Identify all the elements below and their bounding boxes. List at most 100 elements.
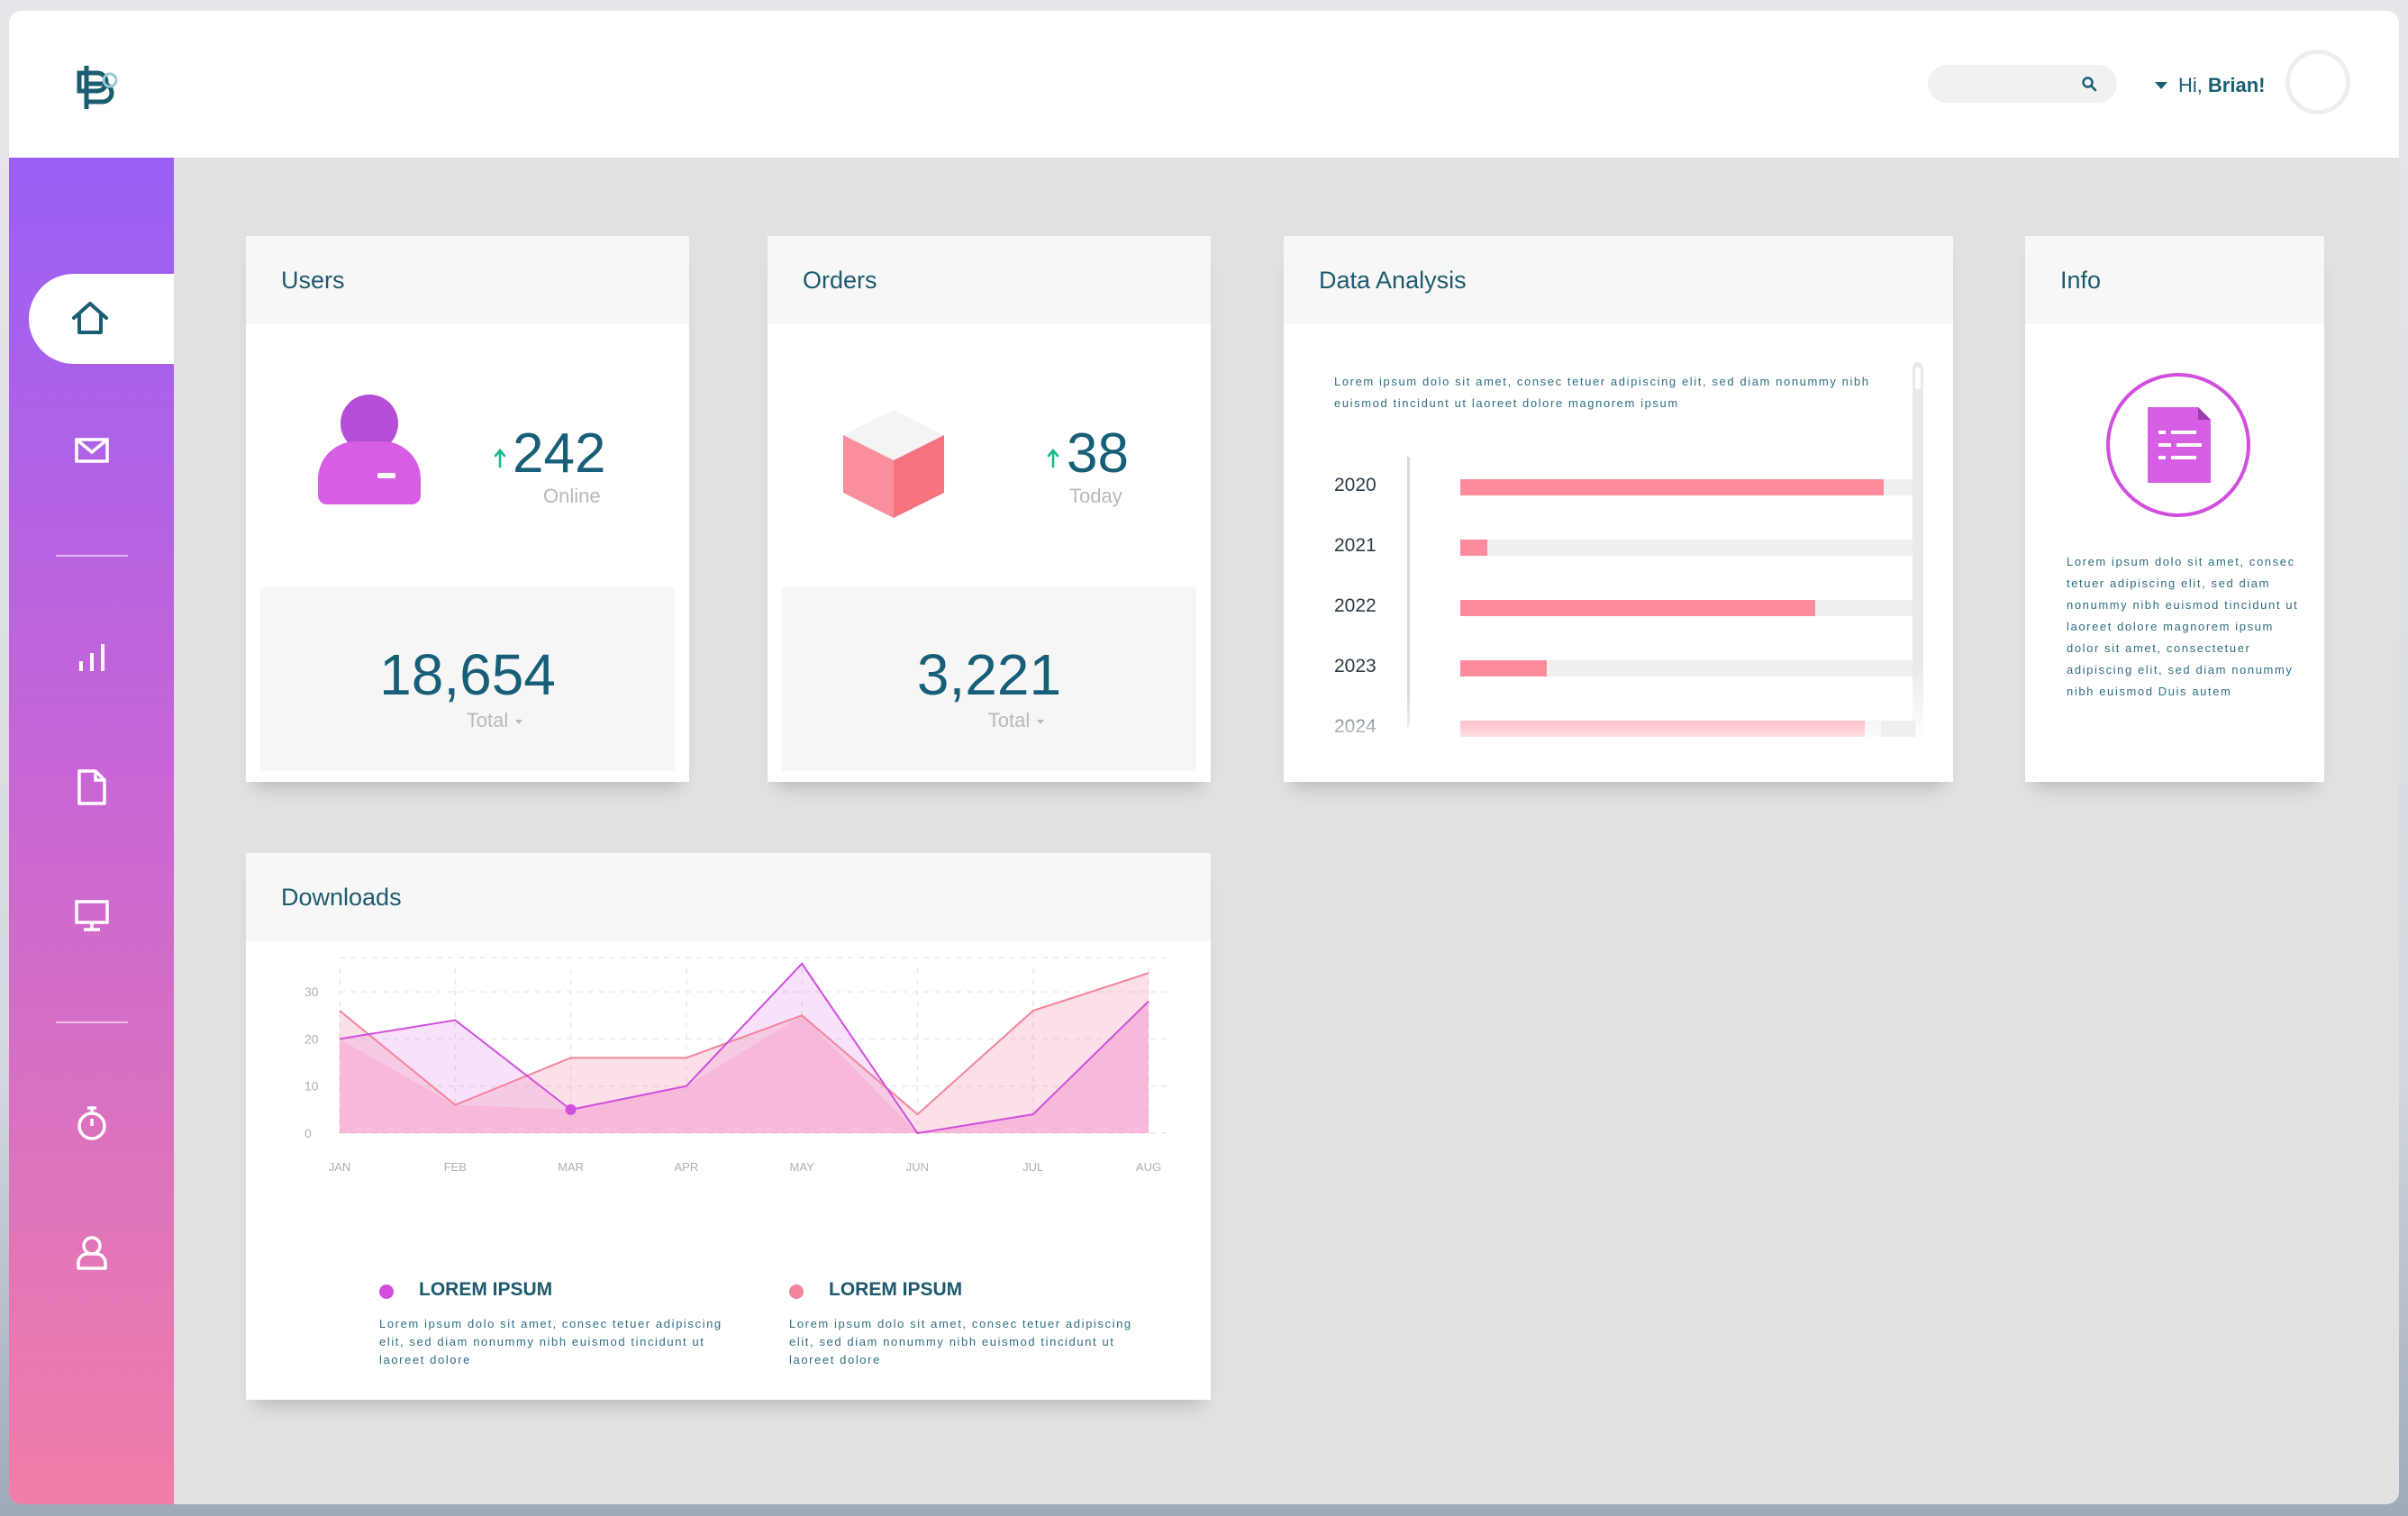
info-card: Info Lorem ipsum dolo sit amet, consec t… bbox=[2025, 236, 2324, 782]
orders-card: Orders 38 Today 3,221 Total bbox=[768, 236, 1211, 782]
x-tick-label: JUL bbox=[1022, 1160, 1043, 1174]
top-bar: Hi, Brian! bbox=[9, 11, 2399, 158]
bar-chart-icon bbox=[78, 644, 104, 671]
caret-down-icon bbox=[515, 719, 523, 724]
data-analysis-title: Data Analysis bbox=[1284, 236, 1953, 324]
bar-fill bbox=[1460, 479, 1884, 495]
orders-total-section: 3,221 Total bbox=[782, 587, 1196, 771]
legend-text: Lorem ipsum dolo sit amet, consec tetuer… bbox=[379, 1317, 722, 1366]
downloads-chart: 0 10 20 30 JAN FEB MAR APR MAY JUN JUL AUG bbox=[304, 957, 1167, 1174]
orders-total-dropdown[interactable]: Total bbox=[782, 709, 1196, 732]
users-card-title: Users bbox=[246, 236, 689, 324]
nav-divider bbox=[56, 555, 128, 557]
downloads-card: Downloads 0 10 20 30 JAN FEB MAR APR MAY JUN JUL AU… bbox=[246, 853, 1211, 1400]
data-analysis-description: Lorem ipsum dolo sit amet, consec tetuer… bbox=[1334, 375, 1870, 410]
orders-today-section: 38 Today bbox=[768, 324, 1211, 582]
nav-home[interactable] bbox=[29, 274, 174, 364]
greeting-text: Hi, bbox=[2178, 74, 2203, 96]
app-window: Hi, Brian! Users 242 Online 18,654 Total… bbox=[9, 11, 2399, 1504]
box-icon bbox=[843, 410, 944, 518]
y-tick-label: 10 bbox=[304, 1079, 319, 1094]
monitor-icon bbox=[74, 900, 109, 931]
bar-row-2023: 2023 bbox=[1334, 653, 1915, 680]
legend-item: LOREM IPSUM Lorem ipsum dolo sit amet, c… bbox=[789, 1279, 1168, 1378]
legend-dot bbox=[379, 1285, 394, 1299]
bar-year-label: 2020 bbox=[1334, 475, 1377, 495]
orders-total-label: Total bbox=[987, 709, 1031, 731]
mail-icon bbox=[74, 438, 109, 463]
bar-year-label: 2023 bbox=[1334, 656, 1377, 676]
user-menu-toggle[interactable]: Hi, Brian! bbox=[2155, 72, 2265, 99]
x-tick-label: MAR bbox=[558, 1160, 584, 1174]
nav-monitor[interactable] bbox=[9, 870, 174, 960]
caret-down-icon bbox=[2155, 82, 2167, 89]
x-tick-label: FEB bbox=[444, 1160, 467, 1174]
scrollbar[interactable] bbox=[1913, 362, 1923, 740]
y-tick-label: 0 bbox=[304, 1126, 312, 1140]
arrow-up-icon bbox=[494, 449, 506, 468]
info-card-title: Info bbox=[2025, 236, 2324, 324]
orders-total-value: 3,221 bbox=[916, 642, 1062, 707]
bar-fill bbox=[1460, 600, 1815, 616]
bar-track bbox=[1460, 600, 1915, 616]
users-total-section: 18,654 Total bbox=[260, 587, 675, 771]
x-tick-label: MAY bbox=[790, 1160, 815, 1174]
nav-profile[interactable] bbox=[9, 1208, 174, 1298]
bar-fill bbox=[1460, 660, 1547, 676]
bar-year-label: 2021 bbox=[1334, 535, 1377, 556]
bar-row-2020: 2020 bbox=[1334, 472, 1915, 499]
bar-row-2021: 2021 bbox=[1334, 532, 1915, 559]
nav-divider bbox=[56, 1021, 128, 1023]
user-avatar-icon bbox=[318, 395, 421, 504]
users-online-section: 242 Online bbox=[246, 324, 689, 582]
users-online-label: Online bbox=[543, 485, 601, 507]
nav-analytics[interactable] bbox=[9, 613, 174, 703]
bar-fill bbox=[1460, 540, 1488, 556]
x-tick-label: JUN bbox=[906, 1160, 929, 1174]
document-icon bbox=[77, 769, 106, 805]
orders-card-title: Orders bbox=[768, 236, 1211, 324]
users-total-dropdown[interactable]: Total bbox=[260, 709, 675, 732]
x-tick-label: APR bbox=[674, 1160, 698, 1174]
caret-down-icon bbox=[1037, 719, 1045, 724]
nav-mail[interactable] bbox=[9, 405, 174, 495]
downloads-title: Downloads bbox=[246, 853, 1211, 941]
home-icon bbox=[72, 302, 108, 334]
user-icon bbox=[76, 1236, 107, 1270]
y-tick-label: 20 bbox=[304, 1031, 319, 1046]
user-name: Brian! bbox=[2207, 74, 2266, 96]
bar-track bbox=[1460, 660, 1915, 676]
highlight-point bbox=[565, 1103, 577, 1115]
users-total-label: Total bbox=[466, 709, 509, 731]
search-icon[interactable] bbox=[2081, 76, 2097, 92]
y-tick-label: 30 bbox=[304, 985, 319, 999]
nav-timer[interactable] bbox=[9, 1078, 174, 1168]
sidebar bbox=[9, 158, 174, 1504]
legend-item: LOREM IPSUM Lorem ipsum dolo sit amet, c… bbox=[379, 1279, 758, 1378]
users-card: Users 242 Online 18,654 Total bbox=[246, 236, 689, 782]
users-online-value: 242 bbox=[513, 422, 606, 485]
bar-row-2022: 2022 bbox=[1334, 593, 1915, 620]
bar-year-label: 2022 bbox=[1334, 595, 1377, 616]
scrollbar-thumb[interactable] bbox=[1915, 368, 1921, 389]
x-tick-label: AUG bbox=[1136, 1160, 1161, 1174]
brand-logo[interactable] bbox=[74, 60, 128, 114]
orders-today-label: Today bbox=[1069, 485, 1122, 507]
bar-track bbox=[1460, 479, 1915, 495]
data-analysis-card: Data Analysis Lorem ipsum dolo sit amet,… bbox=[1284, 236, 1953, 782]
legend-label: LOREM IPSUM bbox=[419, 1279, 553, 1300]
document-list-icon bbox=[2106, 373, 2250, 517]
legend-text: Lorem ipsum dolo sit amet, consec tetuer… bbox=[789, 1317, 1132, 1366]
search-input[interactable] bbox=[1928, 65, 2072, 103]
users-total-value: 18,654 bbox=[379, 642, 556, 707]
bar-track bbox=[1460, 540, 1915, 556]
legend-dot bbox=[789, 1285, 804, 1299]
legend-label: LOREM IPSUM bbox=[829, 1279, 963, 1300]
search-box[interactable] bbox=[1928, 65, 2117, 103]
nav-documents[interactable] bbox=[9, 742, 174, 832]
x-tick-label: JAN bbox=[329, 1160, 351, 1174]
orders-today-value: 38 bbox=[1067, 422, 1129, 485]
info-text: Lorem ipsum dolo sit amet, consec tetuer… bbox=[2067, 555, 2299, 698]
avatar[interactable] bbox=[2285, 50, 2350, 114]
scroll-fade bbox=[1320, 691, 1881, 749]
